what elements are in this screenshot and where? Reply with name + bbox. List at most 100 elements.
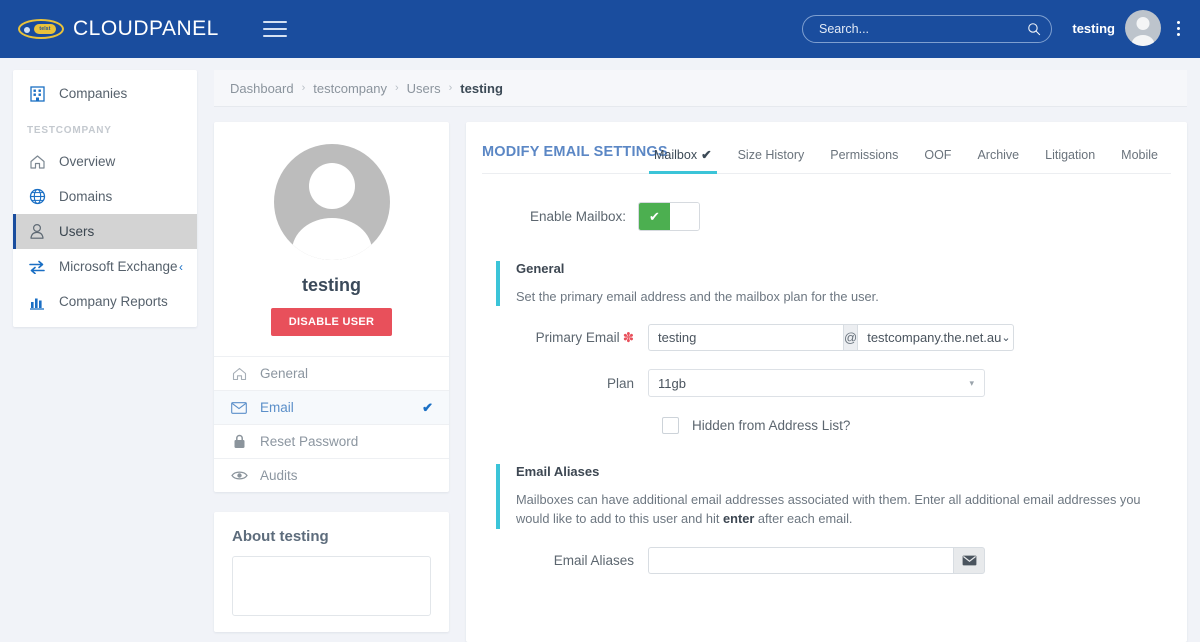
sidebar-group-label: TESTCOMPANY: [13, 111, 197, 144]
avatar[interactable]: [1125, 10, 1161, 46]
sidebar-item-label: Company Reports: [59, 294, 168, 309]
user-card-nav: General Email ✔ Reset Password: [214, 356, 449, 492]
tab-mailbox[interactable]: Mailbox ✔: [641, 147, 725, 173]
plan-label: Plan: [482, 376, 648, 391]
check-icon: ✔: [701, 148, 711, 162]
plan-select-value: 11gb: [658, 376, 686, 391]
brand-logo[interactable]: telst CLOUDPANEL: [18, 17, 219, 41]
plan-row: Plan 11gb ▾: [482, 369, 1171, 397]
sidebar-item-users[interactable]: Users: [13, 214, 197, 249]
hidden-from-address-list-row: Hidden from Address List?: [482, 417, 1171, 434]
domain-select-value: testcompany.the.net.au: [867, 330, 1001, 345]
user-card: testing DISABLE USER General Email ✔: [214, 122, 449, 492]
email-aliases-title: Email Aliases: [516, 464, 1157, 479]
user-nav-item-reset-password[interactable]: Reset Password: [214, 424, 449, 458]
tab-archive[interactable]: Archive: [964, 148, 1032, 173]
enable-mailbox-row: Enable Mailbox: ✔: [482, 202, 1171, 231]
tab-litigation[interactable]: Litigation: [1032, 148, 1108, 173]
toggle-knob: [670, 203, 699, 230]
building-icon: [27, 85, 47, 103]
at-symbol-addon: @: [843, 324, 858, 351]
sidebar-item-company-reports[interactable]: Company Reports: [13, 284, 197, 319]
home-icon: [230, 367, 248, 381]
search-box[interactable]: [802, 15, 1052, 43]
globe-icon: [27, 188, 47, 206]
user-nav-label: General: [260, 366, 308, 381]
user-nav-label: Email: [260, 400, 294, 415]
breadcrumb-separator: ›: [395, 82, 399, 94]
general-section-title: General: [516, 261, 1157, 276]
envelope-icon: [962, 555, 977, 566]
sidebar-item-label: Domains: [59, 189, 112, 204]
chevron-down-icon: ▾: [969, 378, 974, 389]
user-area: testing: [1072, 10, 1186, 46]
about-note-textarea[interactable]: [232, 556, 431, 616]
sidebar-item-label: Overview: [59, 154, 115, 169]
disable-user-button[interactable]: DISABLE USER: [271, 308, 393, 336]
primary-email-label-text: Primary Email: [536, 330, 620, 345]
primary-email-input[interactable]: [648, 324, 843, 351]
email-aliases-input-group: [648, 547, 985, 574]
email-aliases-row: Email Aliases: [482, 547, 1171, 574]
header-username: testing: [1072, 21, 1115, 36]
about-card-title: About testing: [232, 528, 431, 545]
user-card-name: testing: [214, 275, 449, 296]
bar-chart-icon: [27, 293, 47, 311]
tab-bar: Mailbox ✔ Size History Permissions OOF Ar…: [641, 147, 1171, 173]
tab-mobile[interactable]: Mobile: [1108, 148, 1171, 173]
breadcrumb-item-users[interactable]: Users: [407, 81, 441, 96]
chevron-down-icon: ⌄: [1001, 331, 1010, 344]
general-section-description: Set the primary email address and the ma…: [516, 287, 1157, 306]
breadcrumb-item-testcompany[interactable]: testcompany: [313, 81, 387, 96]
sidebar-item-domains[interactable]: Domains: [13, 179, 197, 214]
tab-label: Mailbox: [654, 148, 697, 162]
email-aliases-field-label: Email Aliases: [482, 553, 648, 568]
main-panel-header: MODIFY EMAIL SETTINGS Mailbox✔ Size Hist…: [482, 122, 1171, 174]
breadcrumb-item-current: testing: [460, 81, 503, 96]
tab-oof[interactable]: OOF: [911, 148, 964, 173]
required-asterisk-icon: ✽: [623, 330, 634, 345]
user-nav-label: Reset Password: [260, 434, 358, 449]
about-card: About testing: [214, 512, 449, 632]
plan-select[interactable]: 11gb ▾: [648, 369, 985, 397]
primary-email-label: Primary Email✽: [482, 330, 648, 346]
exchange-arrows-icon: [27, 258, 47, 276]
sidebar-item-microsoft-exchange[interactable]: Microsoft Exchange ‹: [13, 249, 197, 284]
lock-icon: [230, 434, 248, 449]
email-aliases-description: Mailboxes can have additional email addr…: [516, 490, 1157, 528]
sidebar-item-companies[interactable]: Companies: [13, 76, 197, 111]
tab-permissions[interactable]: Permissions: [817, 148, 911, 173]
home-icon: [27, 153, 47, 171]
user-nav-item-general[interactable]: General: [214, 356, 449, 390]
user-nav-item-audits[interactable]: Audits: [214, 458, 449, 492]
aliases-desc-bold: enter: [723, 511, 754, 526]
user-nav-label: Audits: [260, 468, 298, 483]
main-panel: MODIFY EMAIL SETTINGS Mailbox✔ Size Hist…: [466, 122, 1187, 642]
sidebar-item-overview[interactable]: Overview: [13, 144, 197, 179]
hamburger-icon[interactable]: [263, 21, 287, 37]
search-icon: [1027, 22, 1041, 36]
add-alias-button[interactable]: [953, 547, 985, 574]
user-nav-item-email[interactable]: Email ✔: [214, 390, 449, 424]
breadcrumb-separator: ›: [449, 82, 453, 94]
chevron-left-icon[interactable]: ‹: [179, 260, 183, 274]
toggle-check-icon: ✔: [639, 203, 670, 230]
brand-name: CLOUDPANEL: [73, 17, 219, 41]
primary-email-input-group: @ testcompany.the.net.au ⌄: [648, 324, 985, 351]
breadcrumb-separator: ›: [302, 82, 306, 94]
domain-select[interactable]: testcompany.the.net.au ⌄: [858, 324, 1014, 351]
search-input[interactable]: [817, 21, 1027, 37]
sidebar-item-label: Companies: [59, 86, 127, 101]
breadcrumb-item-dashboard[interactable]: Dashboard: [230, 81, 294, 96]
user-avatar: [274, 144, 390, 260]
enable-mailbox-label: Enable Mailbox:: [496, 209, 638, 224]
top-header: telst CLOUDPANEL testing: [0, 0, 1200, 58]
tab-size-history[interactable]: Size History: [725, 148, 818, 173]
sidebar: Companies TESTCOMPANY Overview Domains: [13, 70, 197, 327]
brand-mark-icon: telst: [18, 19, 64, 39]
vertical-dots-icon[interactable]: [1171, 17, 1186, 40]
email-aliases-input[interactable]: [648, 547, 953, 574]
enable-mailbox-toggle[interactable]: ✔: [638, 202, 700, 231]
envelope-icon: [230, 402, 248, 414]
hidden-from-address-list-checkbox[interactable]: [662, 417, 679, 434]
